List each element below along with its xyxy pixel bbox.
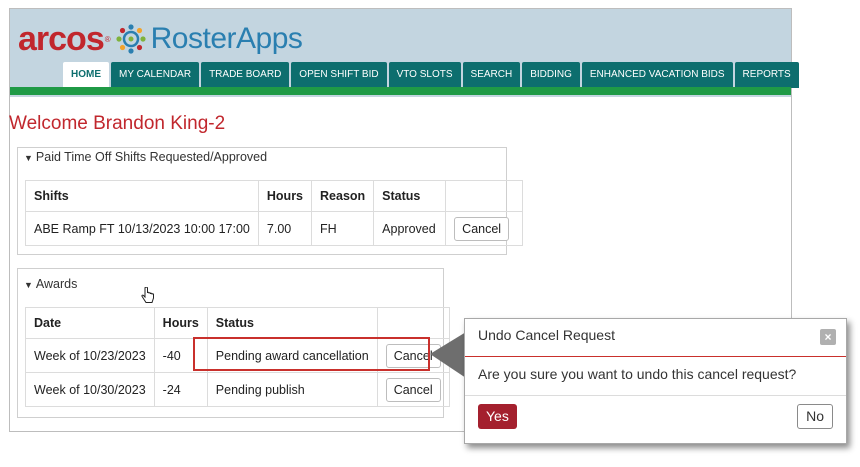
brand-registered: ® bbox=[104, 34, 111, 44]
col-reason: Reason bbox=[311, 180, 375, 212]
cell-date: Week of 10/30/2023 bbox=[25, 372, 155, 407]
close-icon[interactable]: × bbox=[820, 329, 836, 345]
tab-vto-slots[interactable]: VTO SLOTS bbox=[388, 62, 461, 88]
col-status: Status bbox=[373, 180, 447, 212]
cell-reason: FH bbox=[311, 211, 375, 246]
no-button[interactable]: No bbox=[797, 404, 833, 429]
brand-rosterapps: RosterApps bbox=[150, 22, 303, 55]
main-nav: HOME MY CALENDAR TRADE BOARD OPEN SHIFT … bbox=[63, 62, 799, 88]
cell-hours: 7.00 bbox=[257, 211, 313, 246]
cancel-button[interactable]: Cancel bbox=[385, 377, 441, 402]
table-header-row: Date Hours Status bbox=[25, 307, 450, 339]
cell-action: Cancel bbox=[445, 211, 524, 246]
table-header-row: Shifts Hours Reason Status bbox=[25, 180, 524, 212]
app-header: arcos ® RosterApps HOME MY CALENDAR TRAD… bbox=[10, 9, 799, 97]
dialog-title: Undo Cancel Request bbox=[478, 327, 615, 343]
dialog-message: Are you sure you want to undo this cance… bbox=[478, 366, 797, 382]
awards-panel-title: Awards bbox=[35, 277, 78, 291]
welcome-heading: Welcome Brandon King-2 bbox=[9, 113, 226, 134]
dialog-footer-divider bbox=[465, 395, 846, 396]
brand-logo: arcos ® RosterApps bbox=[18, 19, 303, 59]
cell-hours: -24 bbox=[153, 372, 208, 407]
highlight-box bbox=[193, 337, 430, 371]
col-action bbox=[445, 180, 524, 212]
col-hours: Hours bbox=[257, 180, 313, 212]
yes-button[interactable]: Yes bbox=[478, 404, 517, 429]
table-row: ABE Ramp FT 10/13/2023 10:00 17:00 7.00 … bbox=[25, 211, 524, 246]
table-row: Week of 10/30/2023 -24 Pending publish C… bbox=[25, 372, 450, 407]
tab-enhanced-vacation-bids[interactable]: ENHANCED VACATION BIDS bbox=[581, 62, 733, 88]
col-status: Status bbox=[206, 307, 378, 339]
cell-date: Week of 10/23/2023 bbox=[25, 338, 155, 373]
pto-panel-title: Paid Time Off Shifts Requested/Approved bbox=[35, 150, 268, 164]
cell-status: Approved bbox=[373, 211, 447, 246]
cell-status: Pending publish bbox=[206, 372, 378, 407]
caret-down-icon: ▼ bbox=[24, 153, 33, 163]
pto-table: Shifts Hours Reason Status ABE Ramp FT 1… bbox=[25, 180, 524, 246]
caret-down-icon: ▼ bbox=[24, 280, 33, 290]
tab-bidding[interactable]: BIDDING bbox=[522, 62, 580, 88]
col-hours: Hours bbox=[153, 307, 208, 339]
tab-reports[interactable]: REPORTS bbox=[734, 62, 799, 88]
tab-my-calendar[interactable]: MY CALENDAR bbox=[111, 62, 200, 88]
rosterapps-gear-icon bbox=[116, 24, 146, 54]
brand-arcos: arcos bbox=[18, 20, 105, 58]
cell-shift: ABE Ramp FT 10/13/2023 10:00 17:00 bbox=[25, 211, 259, 246]
undo-cancel-dialog: Undo Cancel Request × Are you sure you w… bbox=[464, 318, 847, 444]
dialog-divider bbox=[465, 356, 846, 357]
tab-search[interactable]: SEARCH bbox=[462, 62, 521, 88]
col-date: Date bbox=[25, 307, 155, 339]
cancel-button[interactable]: Cancel bbox=[454, 216, 510, 241]
pto-panel-header[interactable]: ▼ Paid Time Off Shifts Requested/Approved bbox=[18, 146, 506, 168]
awards-panel-header[interactable]: ▼ Awards bbox=[18, 273, 443, 295]
hand-pointer-icon bbox=[141, 287, 154, 303]
tab-trade-board[interactable]: TRADE BOARD bbox=[201, 62, 290, 88]
header-green-bar bbox=[10, 87, 791, 95]
tab-home[interactable]: HOME bbox=[63, 62, 109, 88]
tab-open-shift-bid[interactable]: OPEN SHIFT BID bbox=[291, 62, 387, 88]
col-shifts: Shifts bbox=[25, 180, 259, 212]
